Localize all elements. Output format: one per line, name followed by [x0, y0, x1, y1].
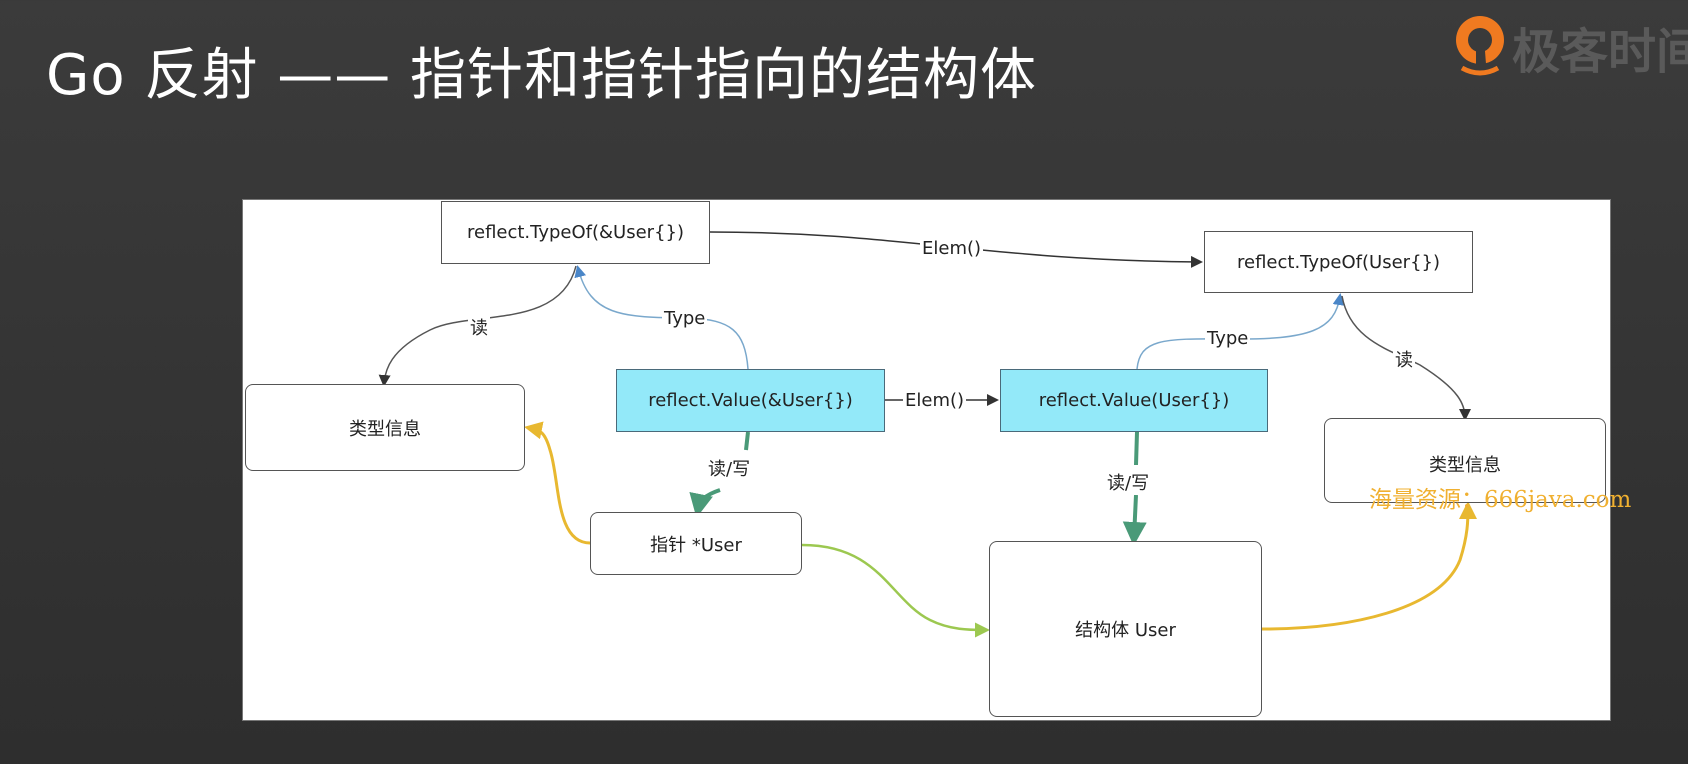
node-typeinfo-left[interactable]: 类型信息	[245, 384, 525, 471]
watermark: 海量资源：666java.com	[1369, 487, 1632, 513]
label-rw-right: 读/写	[1105, 469, 1152, 495]
node-value-struct[interactable]: reflect.Value(User{})	[1000, 369, 1268, 432]
label-type-right: Type	[1205, 328, 1251, 349]
label-elem-top: Elem()	[920, 238, 984, 259]
node-typeof-value[interactable]: reflect.TypeOf(User{})	[1204, 231, 1473, 293]
edge-ptr-typeinfo	[524, 421, 591, 545]
label-read-right: 读	[1393, 346, 1415, 372]
edge-ptr-struct	[801, 543, 990, 638]
label-read-left: 读	[468, 314, 490, 340]
label-rw-left: 读/写	[706, 455, 753, 481]
node-typeof-pointer[interactable]: reflect.TypeOf(&User{})	[441, 201, 710, 264]
label-elem-mid: Elem()	[903, 390, 967, 411]
edge-struct-typeinfo	[1261, 501, 1477, 631]
label-type-left: Type	[662, 308, 708, 329]
node-pointer-user[interactable]: 指针 *User	[590, 512, 802, 575]
node-value-pointer[interactable]: reflect.Value(&User{})	[616, 369, 885, 432]
node-struct-user[interactable]: 结构体 User	[989, 541, 1262, 717]
